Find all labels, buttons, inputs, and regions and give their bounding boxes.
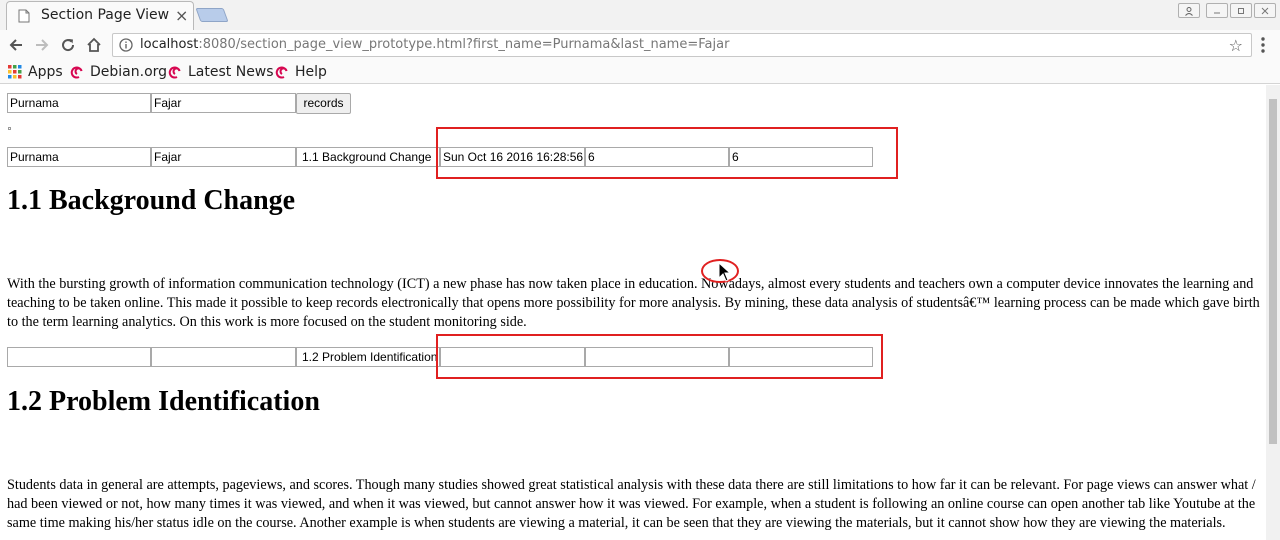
section-heading: 1.2 Problem Identification	[7, 386, 320, 417]
reload-icon	[62, 39, 75, 52]
bookmark-star-icon[interactable]: ☆	[1229, 36, 1243, 55]
section-paragraph: Students data in general are attempts, p…	[7, 477, 1256, 531]
profile-icon[interactable]	[1178, 3, 1200, 18]
bookmark-label: Apps	[28, 64, 63, 80]
vertical-scrollbar[interactable]	[1266, 85, 1280, 540]
broken-image-icon	[8, 127, 11, 130]
bookmark-apps[interactable]: Apps	[8, 62, 63, 82]
page-content: Purnama Fajar records Purnama Fajar 1.1 …	[0, 85, 1266, 540]
bookmark-debian[interactable]: Debian.org	[70, 62, 167, 82]
browser-tab[interactable]: Section Page View Prototype ×	[6, 1, 194, 30]
forward-arrow-icon	[36, 39, 49, 51]
reload-button[interactable]	[58, 35, 78, 55]
info-icon[interactable]	[119, 38, 133, 52]
tab-title: Section Page View Prototype	[41, 7, 171, 23]
home-button[interactable]	[84, 35, 104, 55]
new-tab-button[interactable]	[195, 8, 229, 22]
bookmark-label: Debian.org	[90, 64, 168, 80]
row-first-name[interactable]	[7, 347, 151, 367]
back-arrow-icon	[9, 39, 22, 51]
scrollbar-thumb[interactable]	[1269, 99, 1277, 444]
minimize-button[interactable]	[1206, 3, 1228, 18]
browser-titlebar: Section Page View Prototype ×	[0, 0, 1280, 30]
row-last-name[interactable]	[151, 347, 296, 367]
bookmark-latest-news[interactable]: Latest News	[168, 62, 274, 82]
row-last-name[interactable]: Fajar	[151, 147, 296, 167]
bookmark-label: Help	[295, 64, 327, 80]
bookmark-label: Latest News	[188, 64, 274, 80]
bookmark-help[interactable]: Help	[275, 62, 327, 82]
back-button[interactable]	[6, 35, 26, 55]
first-name-input[interactable]: Purnama	[7, 93, 151, 113]
debian-swirl-icon	[275, 66, 288, 79]
address-bar[interactable]: localhost:8080/section_page_view_prototy…	[112, 33, 1252, 57]
url-path: :8080/section_page_view_prototype.html?f…	[198, 37, 730, 52]
apps-grid-icon	[8, 65, 22, 79]
highlight-box	[436, 127, 898, 179]
row-section[interactable]: 1.1 Background Change	[296, 147, 440, 167]
section-paragraph: With the bursting growth of information …	[7, 276, 1260, 330]
debian-swirl-icon	[70, 66, 83, 79]
row-first-name[interactable]: Purnama	[7, 147, 151, 167]
browser-menu-icon[interactable]	[1258, 36, 1268, 54]
home-icon	[87, 37, 101, 52]
tab-close-icon[interactable]: ×	[175, 6, 188, 25]
url-host: localhost	[140, 37, 199, 52]
url-text: localhost:8080/section_page_view_prototy…	[140, 37, 729, 52]
debian-swirl-icon	[168, 66, 181, 79]
last-name-input[interactable]: Fajar	[151, 93, 296, 113]
highlight-box	[436, 334, 883, 379]
section-heading: 1.1 Background Change	[7, 185, 296, 216]
forward-button[interactable]	[32, 35, 52, 55]
close-window-button[interactable]	[1254, 3, 1276, 18]
bookmarks-bar: Apps Debian.org Latest News Help	[0, 60, 1280, 84]
records-button[interactable]: records	[296, 93, 351, 114]
maximize-button[interactable]	[1230, 3, 1252, 18]
mouse-cursor-icon	[718, 262, 732, 282]
row-section[interactable]: 1.2 Problem Identification	[296, 347, 440, 367]
page-icon	[18, 9, 30, 23]
